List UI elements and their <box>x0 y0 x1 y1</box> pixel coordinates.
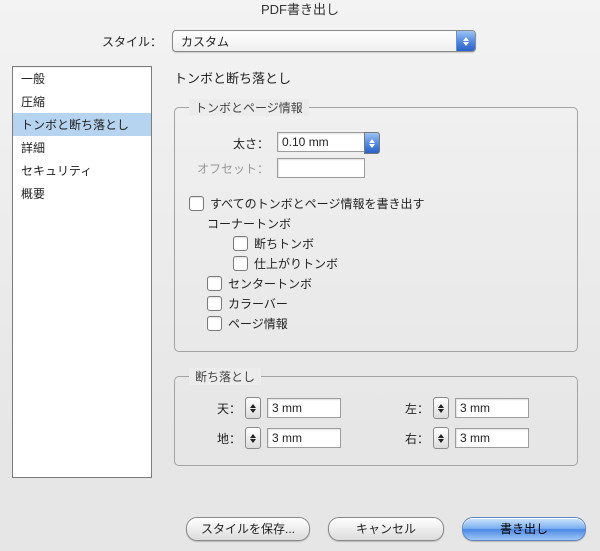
group-marks: トンボとページ情報 太さ： 0.10 mm オフセット： <box>174 99 578 352</box>
main-panel: トンボと断ち落とし トンボとページ情報 太さ： 0.10 mm オフセット： <box>174 66 588 482</box>
section-title: トンボと断ち落とし <box>174 68 588 87</box>
checkbox-icon <box>233 256 248 271</box>
checkbox-icon <box>207 296 222 311</box>
bleed-bottom-stepper[interactable] <box>245 427 261 449</box>
lbl-corner-marks: コーナートンボ <box>207 215 563 232</box>
export-button[interactable]: 書き出し <box>462 517 586 541</box>
offset-field[interactable] <box>277 158 365 178</box>
bleed-top-stepper[interactable] <box>245 397 261 419</box>
group-bleed: 断ち落とし 天： 3 mm 左： 3 mm 地： 3 mm 右： 3 mm <box>174 368 578 466</box>
cancel-button[interactable]: キャンセル <box>328 517 444 541</box>
bleed-left-field[interactable]: 3 mm <box>455 398 529 418</box>
checkbox-icon <box>189 196 204 211</box>
sidebar-item-summary[interactable]: 概要 <box>13 182 151 205</box>
bleed-left-stepper[interactable] <box>433 397 449 419</box>
settings-sidebar: 一般 圧縮 トンボと断ち落とし 詳細 セキュリティ 概要 <box>12 66 152 478</box>
chk-all-marks[interactable]: すべてのトンボとページ情報を書き出す <box>189 195 563 212</box>
sidebar-item-general[interactable]: 一般 <box>13 67 151 90</box>
sidebar-item-marks[interactable]: トンボと断ち落とし <box>13 113 151 136</box>
chk-center-marks[interactable]: センタートンボ <box>207 275 563 292</box>
offset-label: オフセット： <box>189 160 269 177</box>
bleed-right-label: 右： <box>405 430 427 447</box>
checkbox-icon <box>233 236 248 251</box>
bleed-right-field[interactable]: 3 mm <box>455 428 529 448</box>
style-label: スタイル： <box>96 33 162 50</box>
bleed-left-label: 左： <box>405 400 427 417</box>
bleed-bottom-label: 地： <box>217 430 239 447</box>
checkbox-icon <box>207 316 222 331</box>
sidebar-item-advanced[interactable]: 詳細 <box>13 136 151 159</box>
dialog-footer: スタイルを保存... キャンセル 書き出し <box>186 517 586 541</box>
sidebar-item-security[interactable]: セキュリティ <box>13 159 151 182</box>
checkbox-icon <box>207 276 222 291</box>
chk-finish-marks[interactable]: 仕上がりトンボ <box>233 255 563 272</box>
chk-trim-marks[interactable]: 断ちトンボ <box>233 235 563 252</box>
save-style-button[interactable]: スタイルを保存... <box>186 517 310 541</box>
window-title: PDF書き出し <box>0 0 600 20</box>
thickness-stepper[interactable] <box>364 132 380 154</box>
thickness-label: 太さ： <box>189 135 269 152</box>
sidebar-item-compress[interactable]: 圧縮 <box>13 90 151 113</box>
bleed-top-label: 天： <box>217 400 239 417</box>
style-select-arrows <box>456 31 475 51</box>
chk-page-info[interactable]: ページ情報 <box>207 315 563 332</box>
group-marks-legend: トンボとページ情報 <box>189 99 309 116</box>
style-select-value: カスタム <box>173 33 456 50</box>
thickness-value[interactable]: 0.10 mm <box>277 132 365 152</box>
chk-color-bars[interactable]: カラーバー <box>207 295 563 312</box>
bleed-top-field[interactable]: 3 mm <box>267 398 341 418</box>
bleed-bottom-field[interactable]: 3 mm <box>267 428 341 448</box>
style-select[interactable]: カスタム <box>172 30 476 52</box>
bleed-right-stepper[interactable] <box>433 427 449 449</box>
group-bleed-legend: 断ち落とし <box>189 368 261 385</box>
